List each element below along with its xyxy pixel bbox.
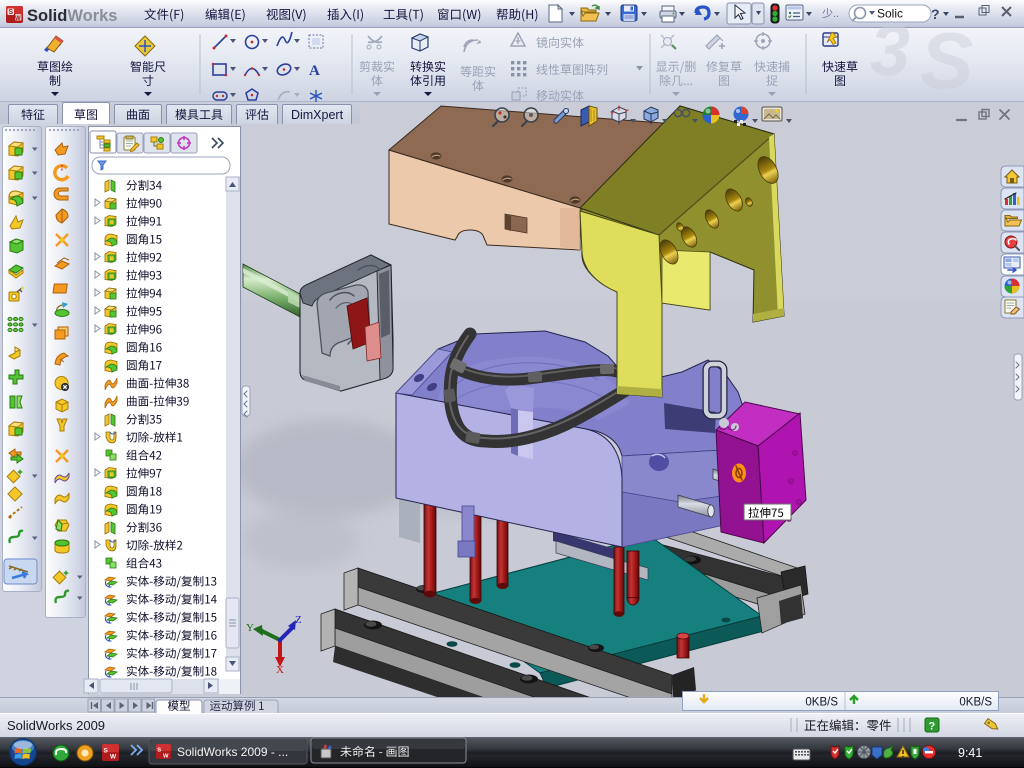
svg-text:0KB/S: 0KB/S xyxy=(805,697,838,709)
svg-text:9:41: 9:41 xyxy=(958,746,982,760)
svg-text:S: S xyxy=(104,748,109,755)
svg-text:SolidWorks 2009 - ...: SolidWorks 2009 - ... xyxy=(177,745,288,759)
svg-text:W: W xyxy=(163,754,169,760)
svg-text:3: 3 xyxy=(870,11,910,91)
svg-text:0KB/S: 0KB/S xyxy=(959,697,992,709)
svg-text:S: S xyxy=(157,748,161,754)
svg-text:?: ? xyxy=(929,721,936,733)
svg-text:S: S xyxy=(920,16,973,105)
svg-text:W: W xyxy=(110,754,117,761)
svg-text:X: X xyxy=(276,664,284,676)
svg-text:Z: Z xyxy=(295,614,302,626)
svg-text:DimXpert: DimXpert xyxy=(291,108,344,122)
svg-text:Y: Y xyxy=(246,622,254,634)
svg-text:SolidWorks 2009: SolidWorks 2009 xyxy=(7,718,105,733)
